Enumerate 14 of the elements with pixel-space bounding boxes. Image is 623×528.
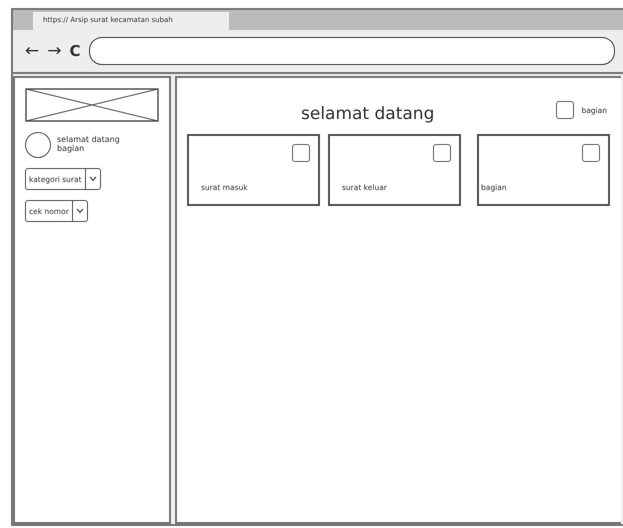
- page-title: selamat datang: [301, 104, 434, 124]
- chevron-down-icon: [76, 208, 84, 214]
- avatar-circle: [25, 132, 51, 158]
- address-field[interactable]: [88, 37, 615, 65]
- greeting-text: selamat datang bagian: [57, 136, 121, 154]
- back-button[interactable]: ←: [25, 41, 40, 61]
- reload-button[interactable]: C: [70, 42, 81, 60]
- chevron-down-icon: [88, 176, 97, 182]
- checkbox[interactable]: [582, 144, 600, 162]
- image-placeholder-icon: [25, 88, 159, 122]
- checkbox[interactable]: [556, 101, 574, 119]
- checkbox[interactable]: [292, 144, 310, 162]
- forward-button[interactable]: →: [47, 41, 62, 61]
- checkbox[interactable]: [433, 144, 451, 162]
